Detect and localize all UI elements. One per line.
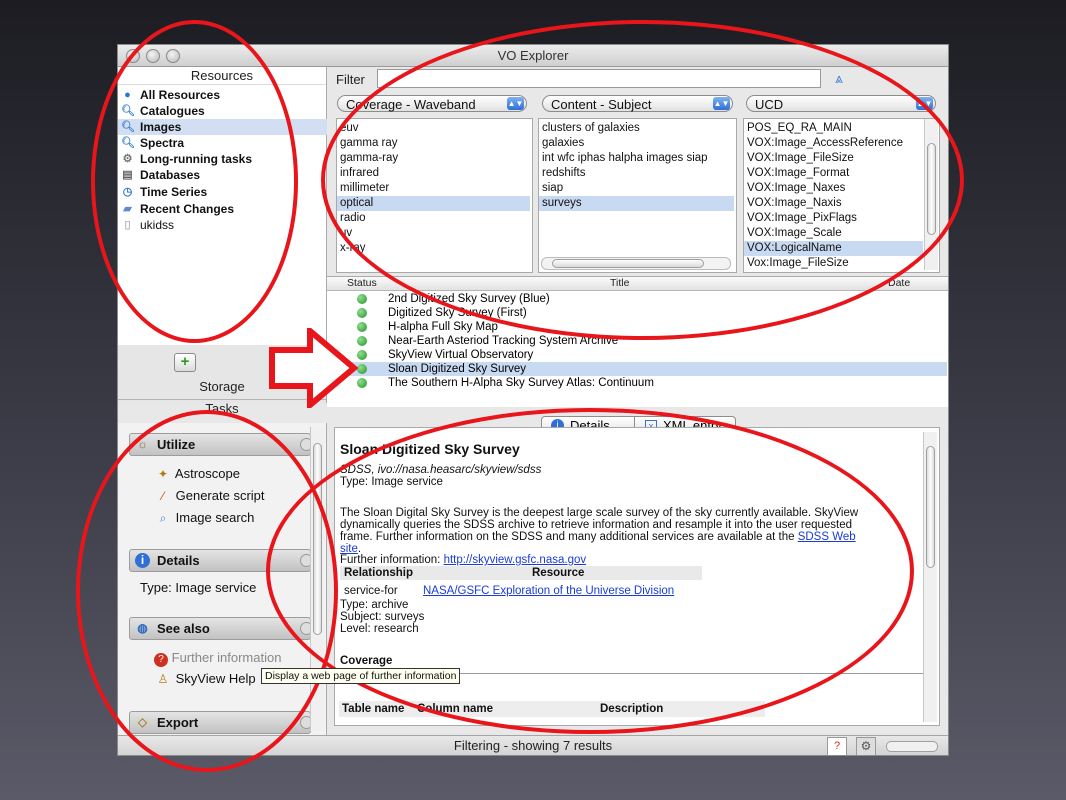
add-button[interactable]: +	[174, 353, 196, 372]
table-name-header: Table name	[342, 703, 405, 715]
filter-label: Filter	[336, 72, 365, 87]
annotation-oval-resources	[91, 20, 298, 343]
status-green-icon	[357, 350, 367, 360]
column-status[interactable]: Status	[347, 277, 377, 290]
status-green-icon	[357, 364, 367, 374]
status-green-icon	[357, 322, 367, 332]
status-green-icon	[357, 308, 367, 318]
help-icon[interactable]: ?	[827, 737, 847, 755]
table-row[interactable]: SkyView Virtual Observatory	[327, 348, 947, 362]
status-green-icon	[357, 336, 367, 346]
table-row[interactable]: The Southern H-Alpha Sky Survey Atlas: C…	[327, 376, 947, 390]
tooltip: Display a web page of further informatio…	[261, 668, 461, 684]
annotation-oval-filter	[321, 20, 964, 340]
details-scrollbar[interactable]	[923, 432, 937, 722]
progress-bar	[886, 741, 938, 752]
table-row-selected[interactable]: Sloan Digitized Sky Survey	[327, 362, 947, 376]
annotation-arrow	[269, 328, 358, 408]
status-green-icon	[357, 294, 367, 304]
scroll-thumb[interactable]	[926, 446, 935, 568]
gear-icon[interactable]: ⚙	[856, 737, 876, 755]
annotation-oval-details	[266, 408, 914, 734]
status-green-icon	[357, 378, 367, 388]
